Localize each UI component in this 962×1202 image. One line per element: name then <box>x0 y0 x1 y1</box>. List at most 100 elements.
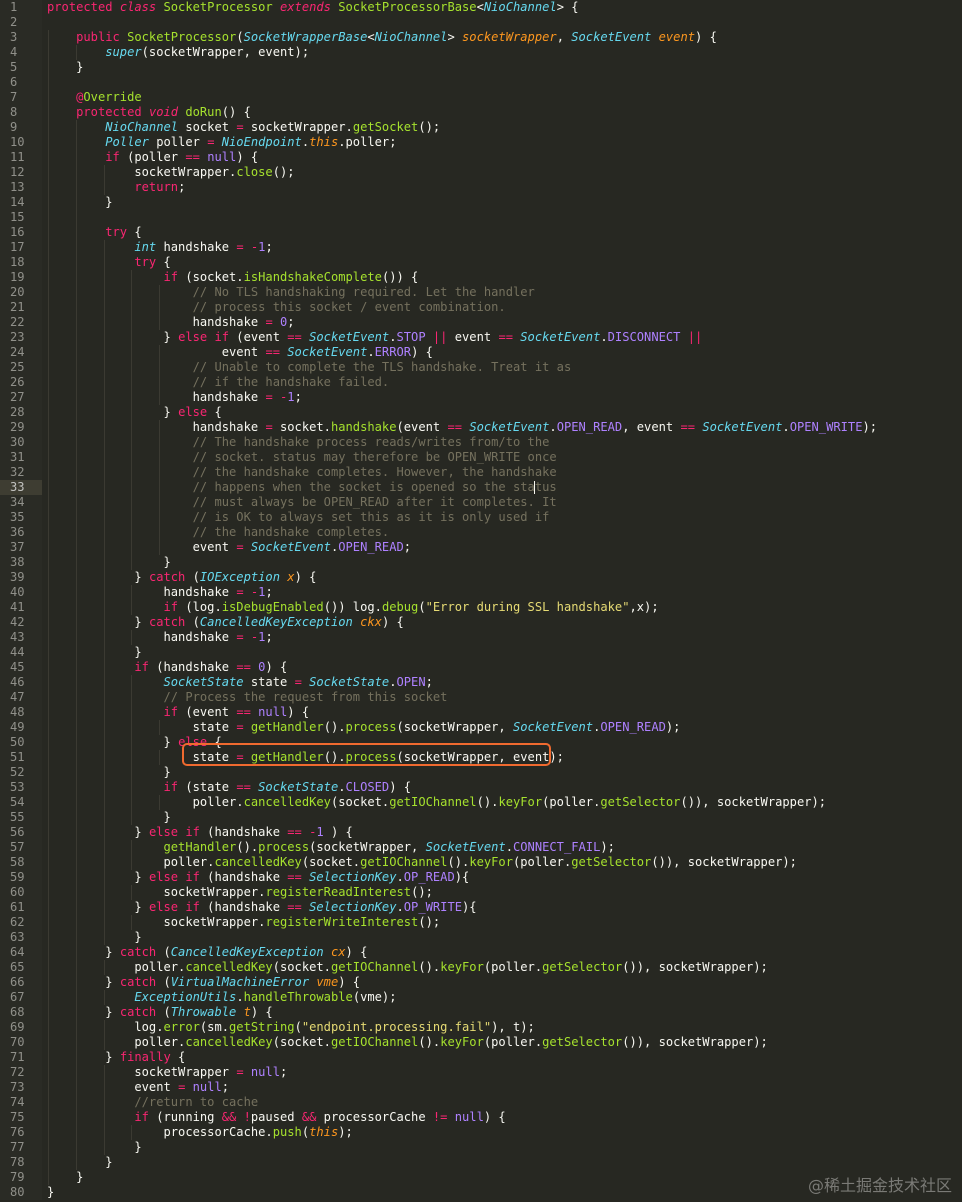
code-line[interactable]: 16 try { <box>0 225 962 240</box>
code-text: public SocketProcessor(SocketWrapperBase… <box>76 30 717 44</box>
code-text: socketWrapper.close(); <box>47 165 295 179</box>
code-line[interactable]: 72 socketWrapper = null; <box>0 1065 962 1080</box>
code-line[interactable]: 75 if (running && !paused && processorCa… <box>0 1110 962 1125</box>
code-line[interactable]: 19 if (socket.isHandshakeComplete()) { <box>0 270 962 285</box>
code-line[interactable]: 13 return; <box>0 180 962 195</box>
code-line[interactable]: 55 } <box>0 810 962 825</box>
code-line[interactable]: 56 } else if (handshake == -1 ) { <box>0 825 962 840</box>
code-line[interactable]: 35 // is OK to always set this as it is … <box>0 510 962 525</box>
code-line[interactable]: 66 } catch (VirtualMachineError vme) { <box>0 975 962 990</box>
code-text: processorCache.push(this); <box>47 1125 353 1139</box>
code-line[interactable]: 45 if (handshake == 0) { <box>0 660 962 675</box>
code-line[interactable]: 25 // Unable to complete the TLS handsha… <box>0 360 962 375</box>
code-line[interactable]: 21 // process this socket / event combin… <box>0 300 962 315</box>
code-line[interactable]: 10 Poller poller = NioEndpoint.this.poll… <box>0 135 962 150</box>
code-line[interactable]: 6 <box>0 75 962 90</box>
code-editor[interactable]: 1 protected class SocketProcessor extends… <box>0 0 962 1202</box>
code-line[interactable]: 41 if (log.isDebugEnabled()) log.debug("… <box>0 600 962 615</box>
code-line[interactable]: 61 } else if (handshake == SelectionKey.… <box>0 900 962 915</box>
code-text: // if the handshake failed. <box>192 375 390 389</box>
code-line[interactable]: 63 } <box>0 930 962 945</box>
code-line[interactable]: 64 } catch (CancelledKeyException cx) { <box>0 945 962 960</box>
code-text: } else if (event == SocketEvent.STOP || … <box>47 330 703 344</box>
highlight-box <box>182 743 551 766</box>
code-line[interactable]: 11 if (poller == null) { <box>0 150 962 165</box>
code-line[interactable]: 65 poller.cancelledKey(socket.getIOChann… <box>0 960 962 975</box>
code-line[interactable]: 70 poller.cancelledKey(socket.getIOChann… <box>0 1035 962 1050</box>
line-number: 80 <box>0 1185 42 1200</box>
code-line[interactable]: 12 socketWrapper.close(); <box>0 165 962 180</box>
code-line[interactable]: 58 poller.cancelledKey(socket.getIOChann… <box>0 855 962 870</box>
code-line[interactable]: 40 handshake = -1; <box>0 585 962 600</box>
code-line[interactable]: 53 if (state == SocketState.CLOSED) { <box>0 780 962 795</box>
code-line[interactable]: 28 } else { <box>0 405 962 420</box>
code-line[interactable]: 14 } <box>0 195 962 210</box>
code-line[interactable]: 2 <box>0 15 962 30</box>
code-line[interactable]: 49 state = getHandler().process(socketWr… <box>0 720 962 735</box>
line-number: 68 <box>0 1005 42 1020</box>
line-number: 70 <box>0 1035 42 1050</box>
line-number: 62 <box>0 915 42 930</box>
code-line[interactable]: 4 super(socketWrapper, event); <box>0 45 962 60</box>
code-line[interactable]: 27 handshake = -1; <box>0 390 962 405</box>
code-line[interactable]: 3 public SocketProcessor(SocketWrapperBa… <box>0 30 962 45</box>
line-number: 16 <box>0 225 42 240</box>
code-line[interactable]: 71 } finally { <box>0 1050 962 1065</box>
code-line[interactable]: 8 protected void doRun() { <box>0 105 962 120</box>
code-line[interactable]: 22 handshake = 0; <box>0 315 962 330</box>
code-line[interactable]: 29 handshake = socket.handshake(event ==… <box>0 420 962 435</box>
code-text: } <box>47 930 142 944</box>
code-line[interactable]: 44 } <box>0 645 962 660</box>
code-line[interactable]: 68 } catch (Throwable t) { <box>0 1005 962 1020</box>
code-line[interactable]: 24 event == SocketEvent.ERROR) { <box>0 345 962 360</box>
code-line[interactable]: 69 log.error(sm.getString("endpoint.proc… <box>0 1020 962 1035</box>
code-line[interactable]: 18 try { <box>0 255 962 270</box>
code-line[interactable]: 9 NioChannel socket = socketWrapper.getS… <box>0 120 962 135</box>
line-number: 21 <box>0 300 42 315</box>
code-line[interactable]: 39 } catch (IOException x) { <box>0 570 962 585</box>
code-line[interactable]: 62 socketWrapper.registerWriteInterest()… <box>0 915 962 930</box>
line-number: 42 <box>0 615 42 630</box>
line-number: 69 <box>0 1020 42 1035</box>
code-text: if (event == null) { <box>163 705 310 719</box>
code-line[interactable]: 15 <box>0 210 962 225</box>
code-line[interactable]: 46 SocketState state = SocketState.OPEN; <box>0 675 962 690</box>
code-line[interactable]: 37 event = SocketEvent.OPEN_READ; <box>0 540 962 555</box>
code-text: handshake = socket.handshake(event == So… <box>47 420 878 434</box>
code-line[interactable]: 77 } <box>0 1140 962 1155</box>
code-line[interactable]: 26 // if the handshake failed. <box>0 375 962 390</box>
line-number: 4 <box>0 45 42 60</box>
code-line[interactable]: 5 } <box>0 60 962 75</box>
code-line[interactable]: 47 // Process the request from this sock… <box>0 690 962 705</box>
code-line[interactable]: 67 ExceptionUtils.handleThrowable(vme); <box>0 990 962 1005</box>
code-text: if (log.isDebugEnabled()) log.debug("Err… <box>163 600 659 614</box>
line-number: 49 <box>0 720 42 735</box>
code-line[interactable]: 7 @Override <box>0 90 962 105</box>
code-line[interactable]: 31 // socket. status may therefore be OP… <box>0 450 962 465</box>
code-line[interactable]: 54 poller.cancelledKey(socket.getIOChann… <box>0 795 962 810</box>
code-line[interactable]: 43 handshake = -1; <box>0 630 962 645</box>
line-number: 57 <box>0 840 42 855</box>
code-line[interactable]: 60 socketWrapper.registerReadInterest(); <box>0 885 962 900</box>
code-line[interactable]: 23 } else if (event == SocketEvent.STOP … <box>0 330 962 345</box>
code-line[interactable]: 52 } <box>0 765 962 780</box>
code-line[interactable]: 42 } catch (CancelledKeyException ckx) { <box>0 615 962 630</box>
code-line[interactable]: 73 event = null; <box>0 1080 962 1095</box>
code-line[interactable]: 59 } else if (handshake == SelectionKey.… <box>0 870 962 885</box>
code-line[interactable]: 20 // No TLS handshaking required. Let t… <box>0 285 962 300</box>
code-line[interactable]: 17 int handshake = -1; <box>0 240 962 255</box>
code-line[interactable]: 57 getHandler().process(socketWrapper, S… <box>0 840 962 855</box>
code-line[interactable]: 36 // the handshake completes. <box>0 525 962 540</box>
code-line[interactable]: 48 if (event == null) { <box>0 705 962 720</box>
line-number: 33 <box>0 480 42 495</box>
code-line[interactable]: 34 // must always be OPEN_READ after it … <box>0 495 962 510</box>
code-line[interactable]: 33 // happens when the socket is opened … <box>0 480 962 495</box>
code-line[interactable]: 76 processorCache.push(this); <box>0 1125 962 1140</box>
code-line[interactable]: 74 //return to cache <box>0 1095 962 1110</box>
code-line[interactable]: 38 } <box>0 555 962 570</box>
code-line[interactable]: 1 protected class SocketProcessor extends… <box>0 0 962 15</box>
code-line[interactable]: 78 } <box>0 1155 962 1170</box>
code-line[interactable]: 32 // the handshake completes. However, … <box>0 465 962 480</box>
indent-guide <box>48 75 49 90</box>
code-line[interactable]: 30 // The handshake process reads/writes… <box>0 435 962 450</box>
